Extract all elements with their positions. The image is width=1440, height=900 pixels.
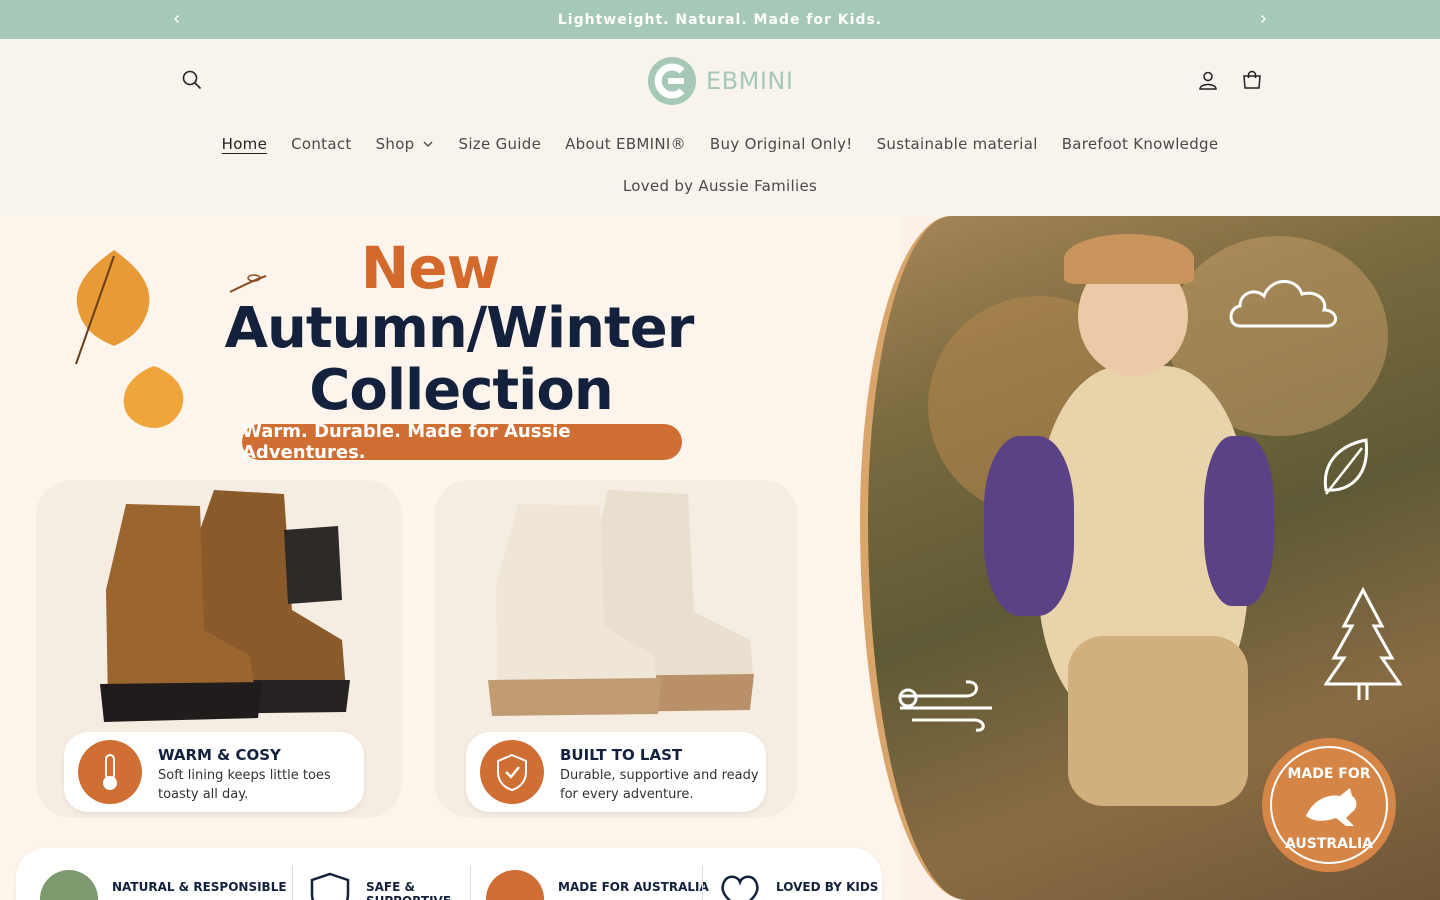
chevron-down-icon	[423, 141, 433, 147]
warm-cosy-badge	[78, 740, 142, 804]
shield-icon	[497, 753, 527, 792]
hero-title-line2: Collection	[309, 358, 613, 423]
nav-item-shop-label: Shop	[375, 135, 415, 153]
announcement-text: Lightweight. Natural. Made for Kids.	[557, 11, 883, 28]
child-cap-shape	[1064, 234, 1194, 284]
cart-icon	[1243, 70, 1261, 89]
hero-title-line1: Autumn/Winter	[224, 296, 695, 361]
cart-button[interactable]	[1232, 60, 1272, 100]
site-logo[interactable]: EBMINI	[646, 54, 796, 108]
feature-loved-label: LOVED BY KIDS	[776, 880, 879, 894]
user-icon	[1199, 71, 1217, 90]
feature-safe: SAFE & SUPPORTIVE	[308, 870, 476, 900]
leaf-icon	[40, 870, 98, 900]
feature-loved: LOVED BY KIDS	[718, 870, 878, 900]
search-button[interactable]	[172, 60, 212, 100]
nav-item-buy-original[interactable]: Buy Original Only!	[698, 131, 865, 157]
nav-item-size-guide[interactable]: Size Guide	[447, 131, 554, 157]
secondary-nav: Loved by Aussie Families	[0, 175, 1440, 197]
leaf-outline-icon	[1323, 438, 1368, 495]
nav-item-barefoot[interactable]: Barefoot Knowledge	[1050, 131, 1231, 157]
warm-cosy-title: WARM & COSY	[158, 746, 281, 764]
announcement-prev-button[interactable]	[167, 9, 187, 29]
child-sleeve-shape	[1204, 436, 1274, 606]
nav-item-home[interactable]: Home	[210, 131, 280, 157]
site-header: EBMINI Home Contact Shop Size Guide Abou…	[0, 39, 1440, 216]
chevron-right-icon	[1261, 15, 1266, 23]
built-to-last-desc: Durable, supportive and ready for every …	[560, 768, 759, 802]
heart-icon	[721, 875, 759, 900]
logo-mark-icon	[648, 57, 696, 105]
feature-natural: NATURAL & RESPONSIBLE	[40, 870, 287, 900]
cloud-icon	[1229, 280, 1337, 328]
made-for-australia-stamp: MADE FOR AUSTRALIA	[1262, 738, 1396, 872]
stamp-top-text: MADE FOR	[1287, 766, 1370, 782]
child-shorts-shape	[1068, 636, 1248, 806]
hero-tagline: Warm. Durable. Made for Aussie Adventure…	[242, 421, 682, 463]
built-to-last-badge	[480, 740, 544, 804]
safe-shield-icon	[310, 872, 350, 900]
wind-icon	[898, 680, 992, 732]
nav-item-sustainable[interactable]: Sustainable material	[865, 131, 1050, 157]
warm-cosy-desc: Soft lining keeps little toes toasty all…	[158, 768, 331, 802]
announcement-next-button[interactable]	[1253, 9, 1273, 29]
child-sleeve-shape	[984, 436, 1074, 616]
stamp-bottom-text: AUSTRALIA	[1285, 836, 1373, 852]
footprint-icon	[486, 870, 544, 900]
chevron-left-icon	[174, 15, 179, 23]
feature-safe-label: SAFE & SUPPORTIVE	[366, 880, 451, 900]
feature-natural-label: NATURAL & RESPONSIBLE	[112, 880, 287, 894]
hero-new-label: New	[360, 234, 500, 302]
thermometer-icon	[103, 754, 117, 790]
built-to-last-title: BUILT TO LAST	[560, 746, 683, 764]
features-strip: NATURAL & RESPONSIBLE SAFE & SUPPORTIVE …	[16, 848, 882, 900]
feature-built-to-last: BUILT TO LAST Durable, supportive and re…	[466, 732, 766, 812]
feature-divider	[702, 866, 703, 900]
nav-item-shop[interactable]: Shop	[364, 131, 447, 157]
logo-text: EBMINI	[706, 67, 794, 95]
tree-icon	[1324, 586, 1402, 700]
main-nav: Home Contact Shop Size Guide About EBMIN…	[0, 131, 1440, 157]
nav-item-contact[interactable]: Contact	[279, 131, 363, 157]
kangaroo-stamp-icon: MADE FOR AUSTRALIA	[1270, 746, 1388, 864]
feature-warm-cosy: WARM & COSY Soft lining keeps little toe…	[64, 732, 364, 812]
account-button[interactable]	[1188, 60, 1228, 100]
feature-made-au: MADE FOR AUSTRALIA	[486, 870, 709, 900]
feature-divider	[470, 866, 471, 900]
feature-divider	[292, 866, 293, 900]
announcement-bar: Lightweight. Natural. Made for Kids.	[0, 0, 1440, 39]
feature-made-au-label: MADE FOR AUSTRALIA	[558, 880, 709, 894]
hero-banner[interactable]: New Autumn/Winter Collection Warm. Durab…	[0, 216, 1440, 900]
search-icon	[182, 70, 202, 90]
nav-item-about[interactable]: About EBMINI®	[553, 131, 698, 157]
brown-boots-image	[100, 490, 350, 722]
nav-item-loved-by-aussie[interactable]: Loved by Aussie Families	[611, 175, 829, 197]
cream-boots-image	[488, 490, 754, 716]
